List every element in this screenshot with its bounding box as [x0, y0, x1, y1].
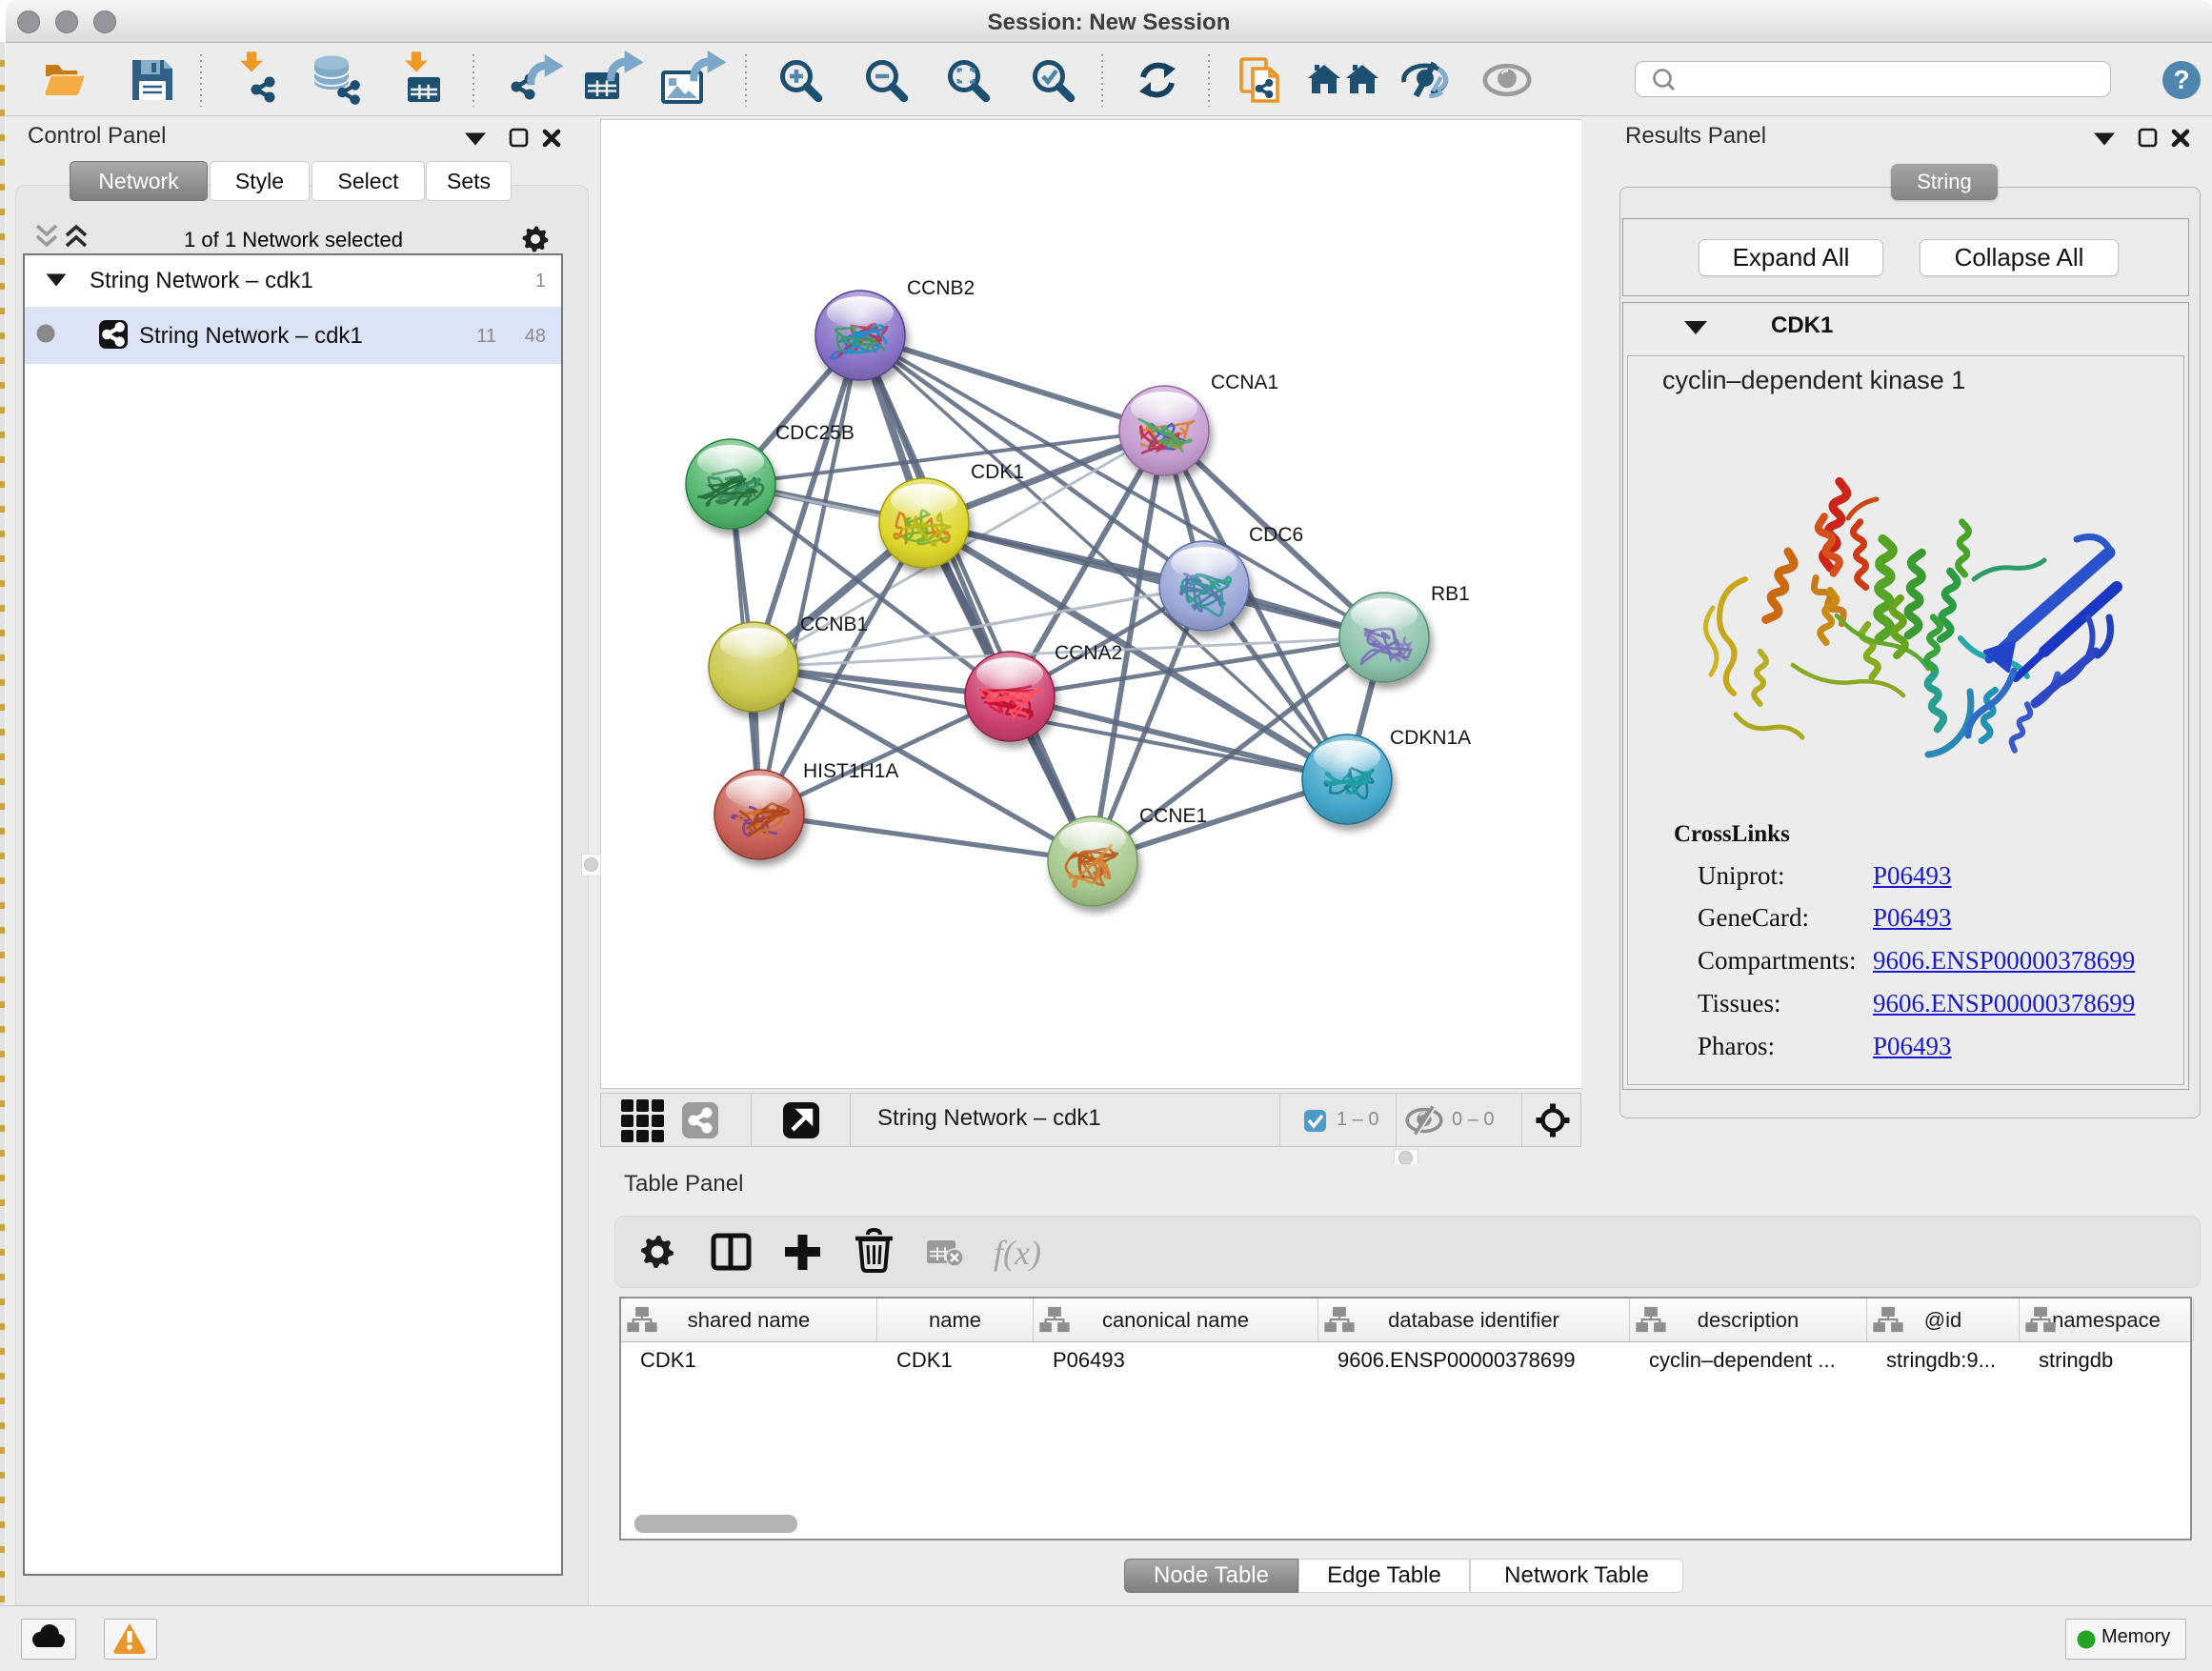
svg-text:CCNA1: CCNA1	[1211, 372, 1278, 393]
svg-text:CDK1: CDK1	[971, 461, 1024, 483]
svg-text:CDKN1A: CDKN1A	[1390, 727, 1471, 749]
svg-text:?: ?	[2173, 65, 2189, 94]
svg-text:CCNB2: CCNB2	[907, 277, 975, 299]
svg-text:f(x): f(x)	[994, 1234, 1041, 1272]
svg-text:CCNB1: CCNB1	[800, 614, 868, 635]
svg-text:CDC6: CDC6	[1249, 524, 1303, 546]
svg-text:HIST1H1A: HIST1H1A	[803, 760, 898, 782]
svg-text:CCNE1: CCNE1	[1139, 805, 1207, 827]
svg-text:CDC25B: CDC25B	[775, 422, 855, 444]
svg-text:RB1: RB1	[1431, 583, 1470, 605]
svg-text:CCNA2: CCNA2	[1055, 642, 1122, 664]
